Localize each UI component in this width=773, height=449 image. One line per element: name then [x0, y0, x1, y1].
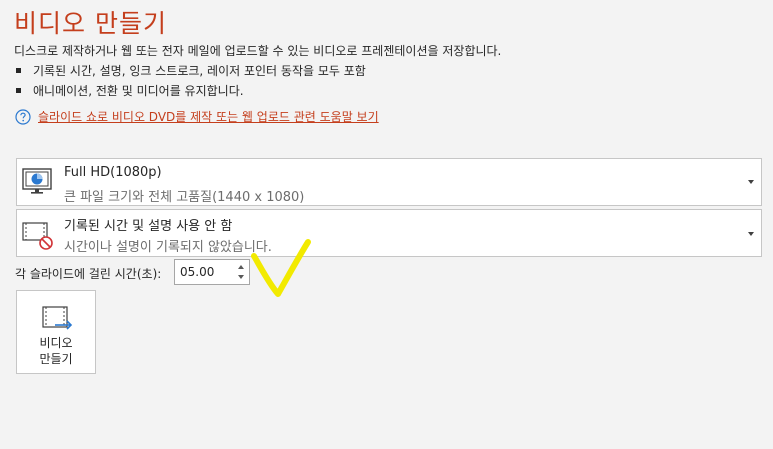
- create-video-icon: [42, 306, 73, 330]
- bullet-item: 기록된 시간, 설명, 잉크 스트로크, 레이저 포인터 동작을 모두 포함: [16, 62, 366, 79]
- quality-subtitle: 큰 파일 크기와 전체 고품질(1440 x 1080): [64, 190, 305, 205]
- bullet-item: 애니메이션, 전환 및 미디어를 유지합니다.: [16, 82, 244, 99]
- seconds-per-slide-label: 각 슬라이드에 걸린 시간(초):: [15, 267, 162, 281]
- help-question-icon: [15, 108, 31, 125]
- page-description: 디스크로 제작하거나 웹 또는 전자 메일에 업로드할 수 있는 비디오로 프레…: [14, 44, 502, 58]
- bullet-text: 기록된 시간, 설명, 잉크 스트로크, 레이저 포인터 동작을 모두 포함: [33, 64, 366, 78]
- presentation-quality-icon: [22, 168, 52, 194]
- page-title: 비디오 만들기: [14, 9, 167, 38]
- create-video-button[interactable]: 비디오 만들기: [16, 290, 96, 374]
- bullet-text: 애니메이션, 전환 및 미디어를 유지합니다.: [33, 84, 244, 98]
- chevron-down-icon: [748, 232, 754, 236]
- bullet-marker: [16, 88, 21, 93]
- seconds-per-slide-spinner[interactable]: [174, 259, 250, 285]
- handwritten-checkmark-annotation: [251, 239, 311, 297]
- spin-up-icon[interactable]: [238, 265, 244, 269]
- timing-dropdown[interactable]: 기록된 시간 및 설명 사용 안 함 시간이나 설명이 기록되지 않았습니다.: [16, 209, 762, 257]
- seconds-per-slide-input[interactable]: [180, 263, 232, 281]
- help-link[interactable]: 슬라이드 쇼로 비디오 DVD를 제작 또는 웹 업로드 관련 도움말 보기: [38, 108, 379, 125]
- help-link-row[interactable]: 슬라이드 쇼로 비디오 DVD를 제작 또는 웹 업로드 관련 도움말 보기: [15, 108, 379, 125]
- timing-subtitle: 시간이나 설명이 기록되지 않았습니다.: [64, 240, 272, 255]
- timing-title: 기록된 시간 및 설명 사용 안 함: [64, 219, 233, 234]
- chevron-down-icon: [748, 180, 754, 184]
- bullet-marker: [16, 68, 21, 73]
- no-timing-icon: [22, 222, 53, 250]
- spin-down-icon[interactable]: [238, 275, 244, 279]
- create-video-label-line1: 비디오: [39, 336, 73, 350]
- quality-title: Full HD(1080p): [64, 165, 162, 180]
- quality-dropdown[interactable]: Full HD(1080p) 큰 파일 크기와 전체 고품질(1440 x 10…: [16, 158, 762, 206]
- create-video-label-line2: 만들기: [39, 352, 73, 366]
